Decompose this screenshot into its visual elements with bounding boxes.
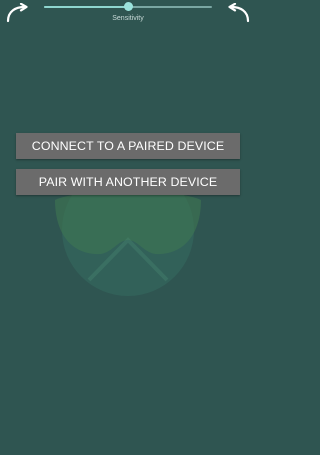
curved-arrow-forward-icon[interactable] [224, 2, 254, 24]
slider-thumb[interactable] [123, 2, 133, 11]
pair-another-device-button[interactable]: PAIR WITH ANOTHER DEVICE [16, 169, 240, 195]
slider-fill [44, 6, 128, 8]
app-screen: Sensitivity CONNECT TO A PAIRED DEVICE P… [0, 0, 256, 455]
sensitivity-label: Sensitivity [112, 15, 144, 22]
top-bar: Sensitivity [0, 0, 256, 30]
connect-paired-device-button[interactable]: CONNECT TO A PAIRED DEVICE [16, 133, 240, 159]
sensitivity-slider[interactable] [44, 1, 212, 13]
